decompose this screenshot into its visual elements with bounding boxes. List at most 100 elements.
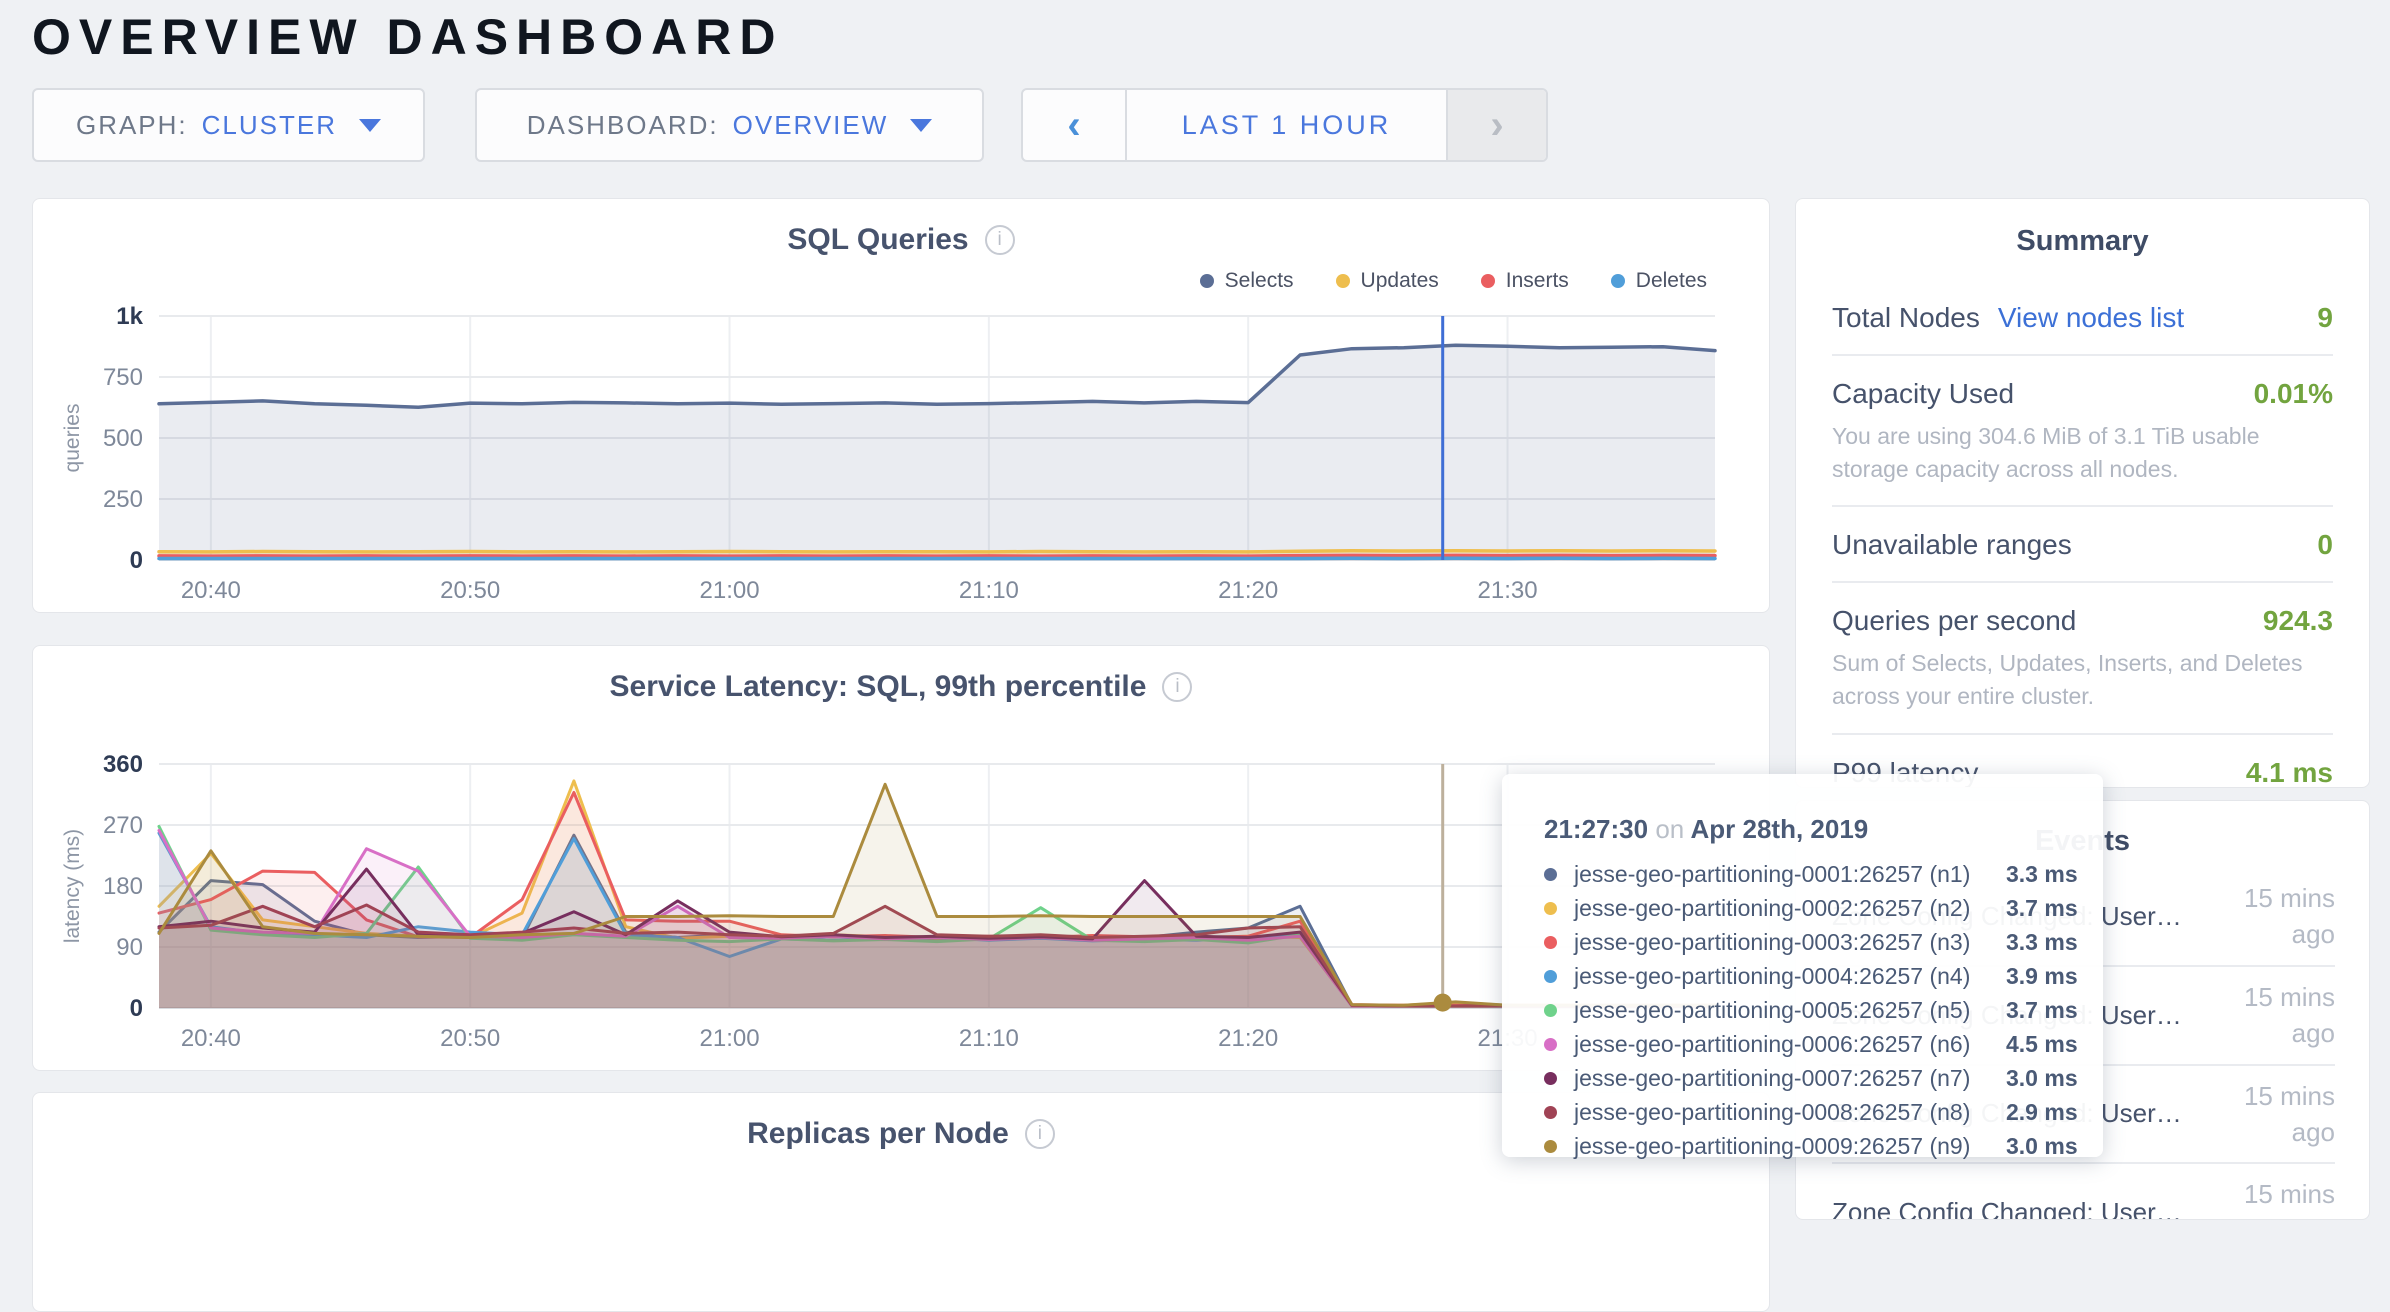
summary-stats: Total Nodes View nodes list 9 Capacity Used…	[1796, 258, 2369, 788]
summary-stat-value: 924.3	[2263, 605, 2333, 637]
view-nodes-list-link[interactable]: View nodes list	[1998, 302, 2184, 334]
svg-text:20:50: 20:50	[440, 577, 500, 604]
summary-stat-label: Capacity Used	[1832, 378, 2014, 410]
sql-queries-title: SQL Queries i	[33, 223, 1769, 257]
time-range-value[interactable]: LAST 1 HOUR	[1127, 90, 1446, 160]
node-color-dot-icon	[1544, 1004, 1557, 1017]
summary-stat-value: 9	[2317, 302, 2333, 334]
tooltip-date: Apr 28th, 2019	[1691, 814, 1869, 844]
svg-text:0: 0	[130, 547, 143, 574]
node-color-dot-icon	[1544, 868, 1557, 881]
summary-stat-row: Total Nodes View nodes list 9	[1832, 280, 2333, 354]
svg-text:20:40: 20:40	[181, 577, 241, 604]
summary-stat-value: 0	[2317, 529, 2333, 561]
legend-label: Selects	[1225, 269, 1294, 293]
tooltip-node-row: jesse-geo-partitioning-0008:26257 (n8)2.…	[1544, 1095, 2103, 1129]
svg-text:21:30: 21:30	[1478, 577, 1538, 604]
tooltip-node-row: jesse-geo-partitioning-0002:26257 (n2)3.…	[1544, 891, 2103, 925]
summary-stat-row: Queries per second 924.3 Sum of Selects, U…	[1832, 581, 2333, 732]
time-range-selector: ‹ LAST 1 HOUR ›	[1021, 88, 1548, 162]
svg-text:21:20: 21:20	[1218, 577, 1278, 604]
svg-text:20:50: 20:50	[440, 1025, 500, 1052]
event-row: Zone Config Changed: User…15 mins ago	[1832, 1164, 2335, 1220]
event-time: 15 mins ago	[2217, 880, 2335, 953]
tooltip-node-name: jesse-geo-partitioning-0003:26257 (n3)	[1574, 929, 2006, 956]
graph-dropdown[interactable]: GRAPH: CLUSTER	[32, 88, 425, 162]
tooltip-node-row: jesse-geo-partitioning-0005:26257 (n5)3.…	[1544, 993, 2103, 1027]
time-range-prev-button[interactable]: ‹	[1023, 90, 1127, 160]
legend-label: Inserts	[1506, 269, 1569, 293]
node-color-dot-icon	[1544, 1106, 1557, 1119]
legend-item-inserts[interactable]: Inserts	[1481, 269, 1569, 293]
svg-text:500: 500	[103, 425, 143, 452]
chevron-down-icon	[359, 119, 381, 132]
svg-text:latency (ms): latency (ms)	[61, 829, 84, 943]
page-title: OVERVIEW DASHBOARD	[32, 8, 783, 66]
legend-item-selects[interactable]: Selects	[1200, 269, 1294, 293]
node-color-dot-icon	[1544, 902, 1557, 915]
svg-text:1k: 1k	[116, 303, 143, 330]
event-time: 15 mins ago	[2217, 979, 2335, 1052]
svg-text:270: 270	[103, 812, 143, 839]
summary-stat-value: 4.1 ms	[2246, 757, 2333, 788]
tooltip-node-row: jesse-geo-partitioning-0003:26257 (n3)3.…	[1544, 925, 2103, 959]
summary-stat-caption: Sum of Selects, Updates, Inserts, and De…	[1832, 647, 2333, 712]
tooltip-node-value: 2.9 ms	[2006, 1099, 2078, 1126]
summary-stat-caption: You are using 304.6 MiB of 3.1 TiB usabl…	[1832, 420, 2333, 485]
summary-stat-label: Total Nodes	[1832, 302, 1980, 334]
info-icon[interactable]: i	[1162, 672, 1192, 702]
tooltip-node-row: jesse-geo-partitioning-0001:26257 (n1)3.…	[1544, 857, 2103, 891]
svg-text:20:40: 20:40	[181, 1025, 241, 1052]
legend-label: Updates	[1361, 269, 1439, 293]
time-range-next-button[interactable]: ›	[1446, 90, 1546, 160]
tooltip-node-name: jesse-geo-partitioning-0002:26257 (n2)	[1574, 895, 2006, 922]
svg-text:21:10: 21:10	[959, 577, 1019, 604]
node-color-dot-icon	[1544, 1038, 1557, 1051]
chart-title-text: Replicas per Node	[747, 1117, 1009, 1151]
chevron-right-icon: ›	[1490, 105, 1503, 145]
legend-item-updates[interactable]: Updates	[1336, 269, 1439, 293]
info-icon[interactable]: i	[1025, 1119, 1055, 1149]
svg-text:250: 250	[103, 486, 143, 513]
sql-queries-chart[interactable]: 02505007501k20:4020:5021:0021:1021:2021:…	[33, 199, 1771, 614]
svg-text:360: 360	[103, 751, 143, 778]
legend-dot-icon	[1336, 274, 1350, 288]
svg-text:21:20: 21:20	[1218, 1025, 1278, 1052]
tooltip-node-row: jesse-geo-partitioning-0004:26257 (n4)3.…	[1544, 959, 2103, 993]
chevron-left-icon: ‹	[1067, 105, 1080, 145]
tooltip-node-row: jesse-geo-partitioning-0007:26257 (n7)3.…	[1544, 1061, 2103, 1095]
dashboard-dropdown-value: OVERVIEW	[733, 110, 889, 141]
graph-dropdown-label: GRAPH:	[76, 110, 188, 141]
chevron-down-icon	[910, 119, 932, 132]
tooltip-node-value: 4.5 ms	[2006, 1031, 2078, 1058]
tooltip-timestamp: 21:27:30 on Apr 28th, 2019	[1544, 814, 2103, 845]
chart-title-text: Service Latency: SQL, 99th percentile	[610, 670, 1147, 704]
node-color-dot-icon	[1544, 1072, 1557, 1085]
tooltip-time: 21:27:30	[1544, 814, 1648, 844]
svg-text:queries: queries	[61, 404, 84, 473]
svg-text:90: 90	[116, 934, 143, 961]
chart-hover-tooltip: 21:27:30 on Apr 28th, 2019 jesse-geo-par…	[1502, 774, 2103, 1157]
event-text: Zone Config Changed: User…	[1832, 1197, 2182, 1220]
tooltip-node-value: 3.0 ms	[2006, 1065, 2078, 1092]
tooltip-node-name: jesse-geo-partitioning-0004:26257 (n4)	[1574, 963, 2006, 990]
tooltip-node-name: jesse-geo-partitioning-0001:26257 (n1)	[1574, 861, 2006, 888]
node-color-dot-icon	[1544, 970, 1557, 983]
tooltip-node-name: jesse-geo-partitioning-0006:26257 (n6)	[1574, 1031, 2006, 1058]
tooltip-node-name: jesse-geo-partitioning-0008:26257 (n8)	[1574, 1099, 2006, 1126]
legend-dot-icon	[1481, 274, 1495, 288]
legend-dot-icon	[1611, 274, 1625, 288]
tooltip-node-value: 3.7 ms	[2006, 895, 2078, 922]
sql-queries-panel: 02505007501k20:4020:5021:0021:1021:2021:…	[32, 198, 1770, 613]
legend-dot-icon	[1200, 274, 1214, 288]
summary-stat-label: Queries per second	[1832, 605, 2076, 637]
event-time: 15 mins ago	[2217, 1078, 2335, 1151]
service-latency-title: Service Latency: SQL, 99th percentile i	[33, 670, 1769, 704]
legend-item-deletes[interactable]: Deletes	[1611, 269, 1707, 293]
info-icon[interactable]: i	[985, 225, 1015, 255]
svg-text:0: 0	[130, 995, 143, 1022]
tooltip-node-name: jesse-geo-partitioning-0009:26257 (n9)	[1574, 1133, 2006, 1160]
dashboard-dropdown[interactable]: DASHBOARD: OVERVIEW	[475, 88, 984, 162]
summary-stat-value: 0.01%	[2254, 378, 2333, 410]
tooltip-node-value: 3.3 ms	[2006, 861, 2078, 888]
